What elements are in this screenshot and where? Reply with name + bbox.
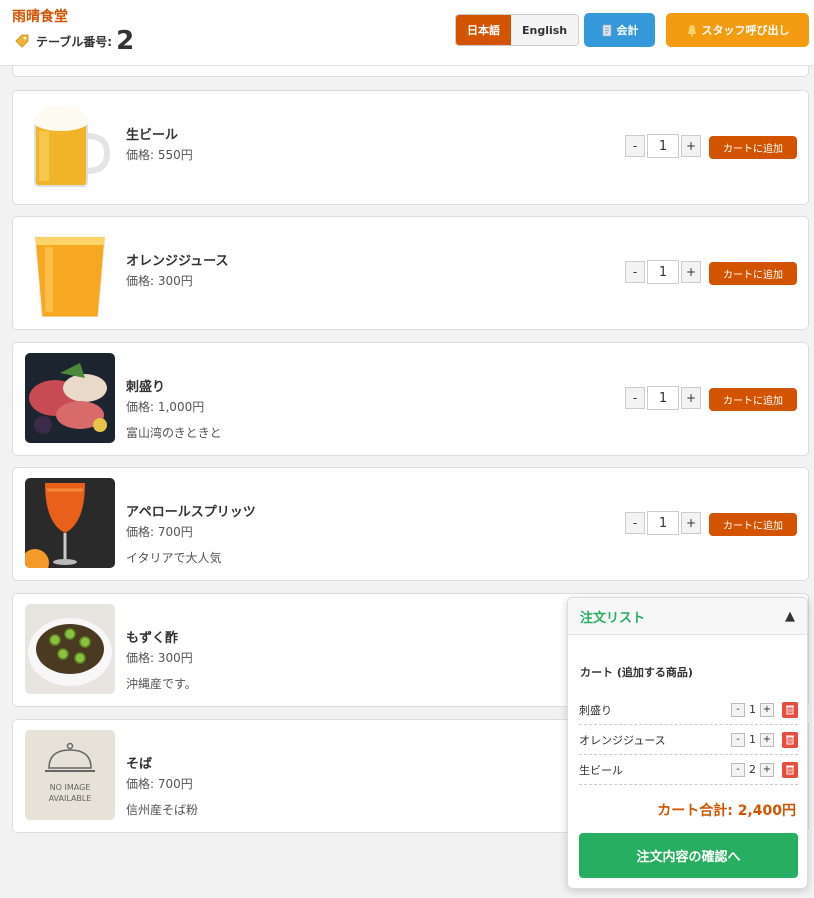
- item-info: オレンジジュース 価格: 300円: [126, 250, 228, 298]
- cart-qty-minus-button[interactable]: -: [731, 732, 745, 747]
- no-image-placeholder: NO IMAGE AVAILABLE: [25, 730, 115, 820]
- item-description: 沖縄産です。: [126, 677, 197, 691]
- item-price: 価格: 700円: [126, 525, 193, 539]
- language-switch: 日本語 English: [455, 14, 580, 46]
- item-info: そば 価格: 700円 信州産そば粉: [126, 753, 198, 818]
- add-to-cart-button[interactable]: カートに追加: [709, 262, 797, 285]
- qty-input[interactable]: 1: [647, 386, 679, 410]
- trash-icon[interactable]: [782, 761, 798, 778]
- cart-qty-plus-button[interactable]: +: [760, 732, 774, 747]
- cart-qty-minus-button[interactable]: -: [731, 702, 745, 717]
- mozuku-image: [25, 604, 115, 694]
- checkout-button[interactable]: 会計: [584, 13, 655, 47]
- cart-item-name: 刺盛り: [579, 703, 612, 717]
- checkout-label: 会計: [616, 24, 639, 37]
- beer-image: [25, 101, 115, 191]
- call-staff-button[interactable]: スタッフ呼び出し: [666, 13, 809, 47]
- cart-qty-minus-button[interactable]: -: [731, 762, 745, 777]
- item-price: 価格: 300円: [126, 274, 193, 288]
- qty-minus-button[interactable]: -: [625, 135, 645, 157]
- no-image-text-line2: AVAILABLE: [49, 794, 92, 803]
- cart-panel: 注文リスト ▲ カート (追加する商品) 刺盛り - 1 + オレンジジュース …: [567, 597, 808, 889]
- cart-row: 刺盛り - 1 +: [579, 695, 798, 725]
- add-to-cart-button[interactable]: カートに追加: [709, 388, 797, 411]
- cart-qty-value: 2: [749, 763, 756, 776]
- menu-item-card: 生ビール 価格: 550円 - 1 + カートに追加: [12, 90, 809, 205]
- qty-plus-button[interactable]: +: [681, 387, 701, 409]
- add-to-cart-button[interactable]: カートに追加: [709, 136, 797, 159]
- call-staff-label: スタッフ呼び出し: [701, 24, 790, 37]
- orange-juice-image: [25, 227, 115, 317]
- add-to-cart-button[interactable]: カートに追加: [709, 513, 797, 536]
- store-name: 雨晴食堂: [12, 9, 68, 25]
- bell-icon: [687, 24, 696, 36]
- qty-minus-button[interactable]: -: [625, 512, 645, 534]
- qty-input[interactable]: 1: [647, 134, 679, 158]
- item-price: 価格: 550円: [126, 148, 193, 162]
- cart-item-name: 生ビール: [579, 763, 623, 777]
- quantity-stepper: - 1 +: [625, 511, 701, 535]
- item-info: 生ビール 価格: 550円: [126, 124, 193, 172]
- table-number-display: テーブル番号: 2: [14, 28, 134, 54]
- cart-row: オレンジジュース - 1 +: [579, 725, 798, 755]
- confirm-order-button[interactable]: 注文内容の確認へ: [579, 833, 798, 878]
- quantity-stepper: - 1 +: [625, 386, 701, 410]
- cart-qty-plus-button[interactable]: +: [760, 762, 774, 777]
- cart-header[interactable]: 注文リスト ▲: [568, 598, 807, 635]
- lang-en-button[interactable]: English: [511, 15, 579, 45]
- cart-item-name: オレンジジュース: [579, 733, 666, 747]
- tag-icon: [15, 34, 29, 48]
- menu-item-card: オレンジジュース 価格: 300円 - 1 + カートに追加: [12, 216, 809, 330]
- cart-qty-value: 1: [749, 733, 756, 746]
- collapse-toggle-icon[interactable]: ▲: [785, 609, 795, 624]
- item-name: アペロールスプリッツ: [126, 505, 256, 520]
- quantity-stepper: - 1 +: [625, 134, 701, 158]
- item-info: アペロールスプリッツ 価格: 700円 イタリアで大人気: [126, 501, 256, 566]
- item-description: 富山湾のきときと: [126, 426, 222, 440]
- cart-row: 生ビール - 2 +: [579, 755, 798, 785]
- trash-icon[interactable]: [782, 701, 798, 718]
- cart-qty-value: 1: [749, 703, 756, 716]
- item-description: 信州産そば粉: [126, 803, 199, 817]
- trash-icon[interactable]: [782, 731, 798, 748]
- qty-plus-button[interactable]: +: [681, 512, 701, 534]
- receipt-icon: [602, 24, 611, 36]
- item-name: オレンジジュース: [126, 254, 229, 269]
- menu-item-card: 刺盛り 価格: 1,000円 富山湾のきときと - 1 + カートに追加: [12, 342, 809, 456]
- table-label: テーブル番号:: [36, 34, 113, 49]
- menu-item-card: アペロールスプリッツ 価格: 700円 イタリアで大人気 - 1 + カートに追…: [12, 467, 809, 581]
- qty-input[interactable]: 1: [647, 511, 679, 535]
- qty-input[interactable]: 1: [647, 260, 679, 284]
- item-name: 生ビール: [126, 128, 179, 143]
- lang-ja-button[interactable]: 日本語: [456, 15, 511, 45]
- item-info: 刺盛り 価格: 1,000円 富山湾のきときと: [126, 376, 222, 441]
- item-price: 価格: 700円: [126, 777, 193, 791]
- qty-minus-button[interactable]: -: [625, 387, 645, 409]
- no-image-text-line1: NO IMAGE: [50, 783, 91, 792]
- cart-subtitle: カート (追加する商品): [580, 666, 693, 679]
- cart-qty-plus-button[interactable]: +: [760, 702, 774, 717]
- item-price: 価格: 300円: [126, 651, 193, 665]
- sashimi-image: [25, 353, 115, 443]
- cart-title: 注文リスト: [580, 610, 646, 626]
- header: 雨晴食堂 テーブル番号: 2 日本語 English 会計 スタッフ呼び出し: [0, 0, 814, 66]
- cart-total: カート合計: 2,400円: [657, 803, 796, 819]
- item-description: イタリアで大人気: [126, 551, 222, 565]
- aperol-spritz-image: [25, 478, 115, 568]
- item-name: そば: [126, 757, 153, 772]
- table-number: 2: [116, 26, 135, 56]
- qty-plus-button[interactable]: +: [681, 261, 701, 283]
- item-info: もずく酢 価格: 300円 沖縄産です。: [126, 627, 197, 692]
- qty-minus-button[interactable]: -: [625, 261, 645, 283]
- item-price: 価格: 1,000円: [126, 400, 205, 414]
- item-name: もずく酢: [126, 631, 179, 646]
- qty-plus-button[interactable]: +: [681, 135, 701, 157]
- item-name: 刺盛り: [126, 380, 166, 395]
- quantity-stepper: - 1 +: [625, 260, 701, 284]
